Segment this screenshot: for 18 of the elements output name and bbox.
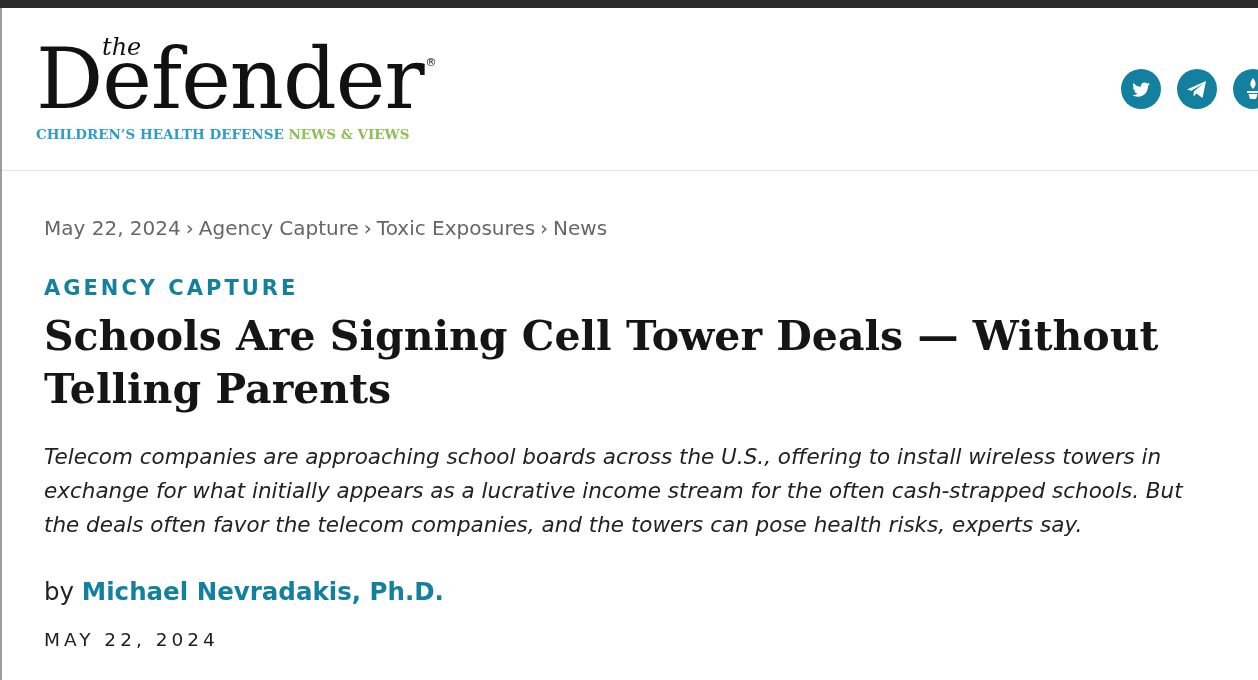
section-tagline: NEWS & VIEWS	[288, 126, 410, 142]
author-link[interactable]: Michael Nevradakis, Ph.D.	[81, 577, 444, 606]
bird-icon[interactable]	[1121, 69, 1161, 109]
breadcrumb-separator: ›	[540, 215, 549, 241]
breadcrumb-link[interactable]: May 22, 2024	[44, 215, 181, 241]
article-summary: Telecom companies are approaching school boards across the U.S., offering to install wireless towers in exchange for what initially appears as a lucrative income stream for the often cash-strapped schools. But the deals often favor the telecom companies, and the towers can pose health risks, experts say.	[44, 443, 1185, 539]
breadcrumb-link[interactable]: News	[553, 215, 608, 241]
organization-name: CHILDREN’S HEALTH DEFENSE	[36, 126, 284, 142]
breadcrumb-link[interactable]: Agency Capture	[198, 215, 359, 241]
category-link[interactable]: AGENCY CAPTURE	[44, 274, 299, 302]
breadcrumb-link[interactable]: Toxic Exposures	[376, 215, 536, 241]
byline: by Michael Nevradakis, Ph.D.	[44, 576, 445, 608]
breadcrumb-separator: ›	[363, 215, 372, 241]
flame-icon[interactable]	[1233, 69, 1258, 109]
publish-date: MAY 22, 2024	[44, 628, 220, 652]
paper-plane-icon[interactable]	[1177, 69, 1217, 109]
article-title: Schools Are Signing Cell Tower Deals — Without Telling Parents	[44, 311, 1160, 415]
breadcrumb-separator: ›	[185, 215, 194, 241]
